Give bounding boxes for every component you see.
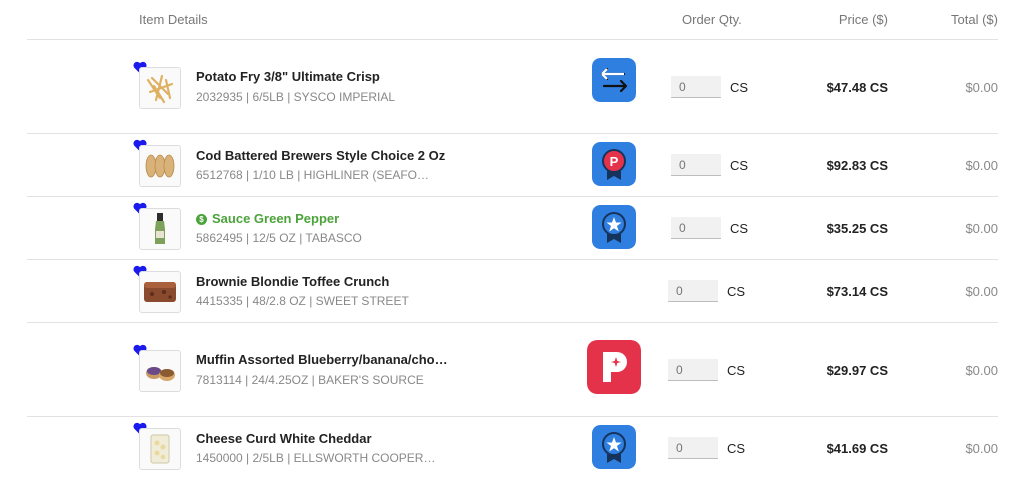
qty-input[interactable] bbox=[668, 280, 718, 302]
unit-label: CS bbox=[727, 363, 746, 378]
header-price: Price ($) bbox=[838, 12, 888, 27]
item-price: $92.83 CS bbox=[826, 158, 888, 173]
qty-input[interactable] bbox=[668, 437, 718, 459]
item-price: $73.14 CS bbox=[826, 284, 888, 299]
table-row: Cod Battered Brewers Style Choice 2 Oz 6… bbox=[27, 134, 998, 197]
unit-label: CS bbox=[730, 80, 749, 95]
header-item-details: Item Details bbox=[139, 12, 208, 27]
unit-label: CS bbox=[730, 221, 749, 236]
item-details: 1450000 | 2/5LB | ELLSWORTH COOPER… bbox=[196, 451, 436, 465]
unit-label: CS bbox=[730, 158, 749, 173]
product-thumbnail[interactable] bbox=[139, 428, 181, 470]
table-row: Potato Fry 3/8" Ultimate Crisp 2032935 |… bbox=[27, 40, 998, 134]
item-name[interactable]: Cod Battered Brewers Style Choice 2 Oz bbox=[196, 148, 445, 163]
qty-input[interactable] bbox=[671, 76, 721, 98]
item-details: 2032935 | 6/5LB | SYSCO IMPERIAL bbox=[196, 90, 396, 104]
item-total: $0.00 bbox=[965, 221, 998, 236]
product-thumbnail[interactable] bbox=[139, 145, 181, 187]
item-name[interactable]: Cheese Curd White Cheddar bbox=[196, 431, 372, 446]
table-row: Cheese Curd White Cheddar 1450000 | 2/5L… bbox=[27, 417, 998, 484]
product-thumbnail[interactable] bbox=[139, 350, 181, 392]
table-row: $ Sauce Green Pepper 5862495 | 12/5 OZ | … bbox=[27, 197, 998, 260]
substitute-arrows-icon[interactable] bbox=[592, 58, 636, 102]
header-order-qty: Order Qty. bbox=[682, 12, 742, 27]
promo-p-icon[interactable] bbox=[587, 340, 641, 394]
product-thumbnail[interactable] bbox=[139, 271, 181, 313]
star-ribbon-icon[interactable] bbox=[592, 205, 636, 249]
product-thumbnail[interactable] bbox=[139, 208, 181, 250]
star-ribbon-icon[interactable] bbox=[592, 425, 636, 469]
table-row: Brownie Blondie Toffee Crunch 4415335 | … bbox=[27, 260, 998, 323]
item-price: $41.69 CS bbox=[826, 441, 888, 456]
unit-label: CS bbox=[727, 441, 746, 456]
dollar-coin-icon: $ bbox=[196, 214, 207, 225]
item-price: $35.25 CS bbox=[826, 221, 888, 236]
unit-label: CS bbox=[727, 284, 746, 299]
item-name[interactable]: Potato Fry 3/8" Ultimate Crisp bbox=[196, 69, 380, 84]
item-price: $29.97 CS bbox=[826, 363, 888, 378]
item-details: 7813114 | 24/4.25OZ | BAKER'S SOURCE bbox=[196, 373, 424, 387]
item-details: 5862495 | 12/5 OZ | TABASCO bbox=[196, 231, 362, 245]
item-name-text: Sauce Green Pepper bbox=[212, 211, 340, 226]
item-total: $0.00 bbox=[965, 158, 998, 173]
item-total: $0.00 bbox=[965, 441, 998, 456]
table-row: Muffin Assorted Blueberry/banana/cho… 78… bbox=[27, 323, 998, 417]
item-name[interactable]: Brownie Blondie Toffee Crunch bbox=[196, 274, 389, 289]
item-total: $0.00 bbox=[965, 363, 998, 378]
item-details: 4415335 | 48/2.8 OZ | SWEET STREET bbox=[196, 294, 409, 308]
table-header: Item Details Order Qty. Price ($) Total … bbox=[27, 0, 998, 40]
item-price: $47.48 CS bbox=[826, 80, 888, 95]
svg-text:P: P bbox=[610, 154, 619, 169]
item-total: $0.00 bbox=[965, 80, 998, 95]
promo-ribbon-icon[interactable]: P bbox=[592, 142, 636, 186]
qty-input[interactable] bbox=[671, 154, 721, 176]
item-details: 6512768 | 1/10 LB | HIGHLINER (SEAFO… bbox=[196, 168, 430, 182]
item-name[interactable]: $ Sauce Green Pepper bbox=[196, 211, 339, 226]
qty-input[interactable] bbox=[668, 359, 718, 381]
item-total: $0.00 bbox=[965, 284, 998, 299]
header-total: Total ($) bbox=[951, 12, 998, 27]
product-thumbnail[interactable] bbox=[139, 67, 181, 109]
item-name[interactable]: Muffin Assorted Blueberry/banana/cho… bbox=[196, 352, 448, 367]
qty-input[interactable] bbox=[671, 217, 721, 239]
